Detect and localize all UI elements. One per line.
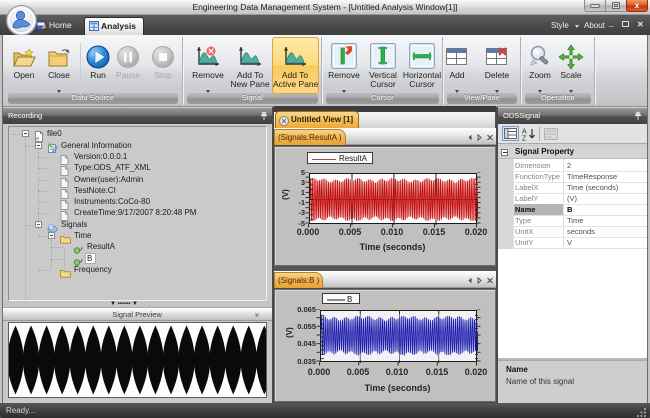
svg-text:Z: Z (522, 136, 527, 142)
svg-text:A: A (522, 129, 527, 136)
